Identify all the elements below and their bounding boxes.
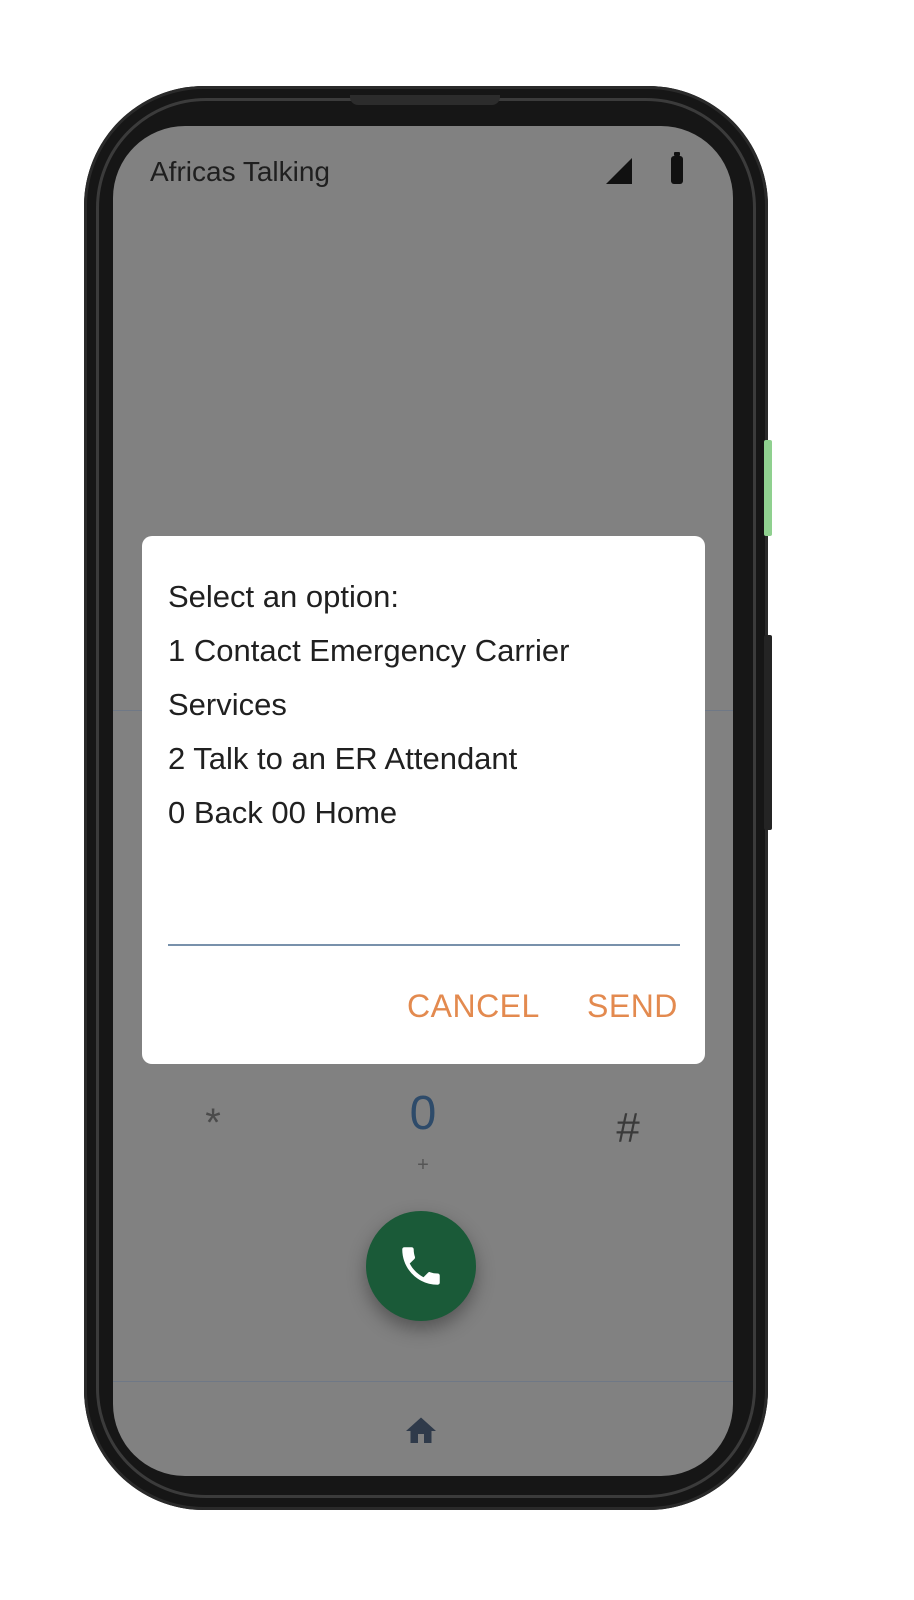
dialog-line: 0 Back 00 Home	[168, 795, 398, 830]
signal-icon	[606, 158, 632, 184]
cancel-button[interactable]: CANCEL	[407, 988, 540, 1025]
reply-input[interactable]	[168, 888, 680, 946]
phone-icon	[402, 1247, 440, 1285]
carrier-name: Africas Talking	[150, 156, 331, 187]
keypad-key-hash[interactable]: #	[603, 1104, 653, 1152]
keypad-key-zero-sub: +	[417, 1154, 429, 1176]
call-button[interactable]	[366, 1211, 476, 1321]
home-icon[interactable]	[403, 1413, 439, 1449]
dialog-message: Select an option: 1 Contact Emergency Ca…	[168, 570, 688, 840]
dialog-line: 1 Contact Emergency Carrier Services	[168, 633, 570, 722]
power-button	[764, 635, 772, 830]
send-button[interactable]: SEND	[587, 988, 678, 1025]
status-bar: Africas Talking	[113, 126, 733, 216]
phone-speaker	[350, 95, 500, 105]
volume-button	[764, 440, 772, 536]
nav-divider	[113, 1381, 733, 1382]
battery-icon	[671, 152, 683, 184]
dialog-line: 2 Talk to an ER Attendant	[168, 741, 518, 776]
keypad-key-zero[interactable]: 0	[398, 1086, 448, 1141]
keypad-key-star[interactable]: *	[193, 1101, 233, 1146]
ussd-dialog: Select an option: 1 Contact Emergency Ca…	[142, 536, 705, 1064]
dialog-line: Select an option:	[168, 579, 399, 614]
